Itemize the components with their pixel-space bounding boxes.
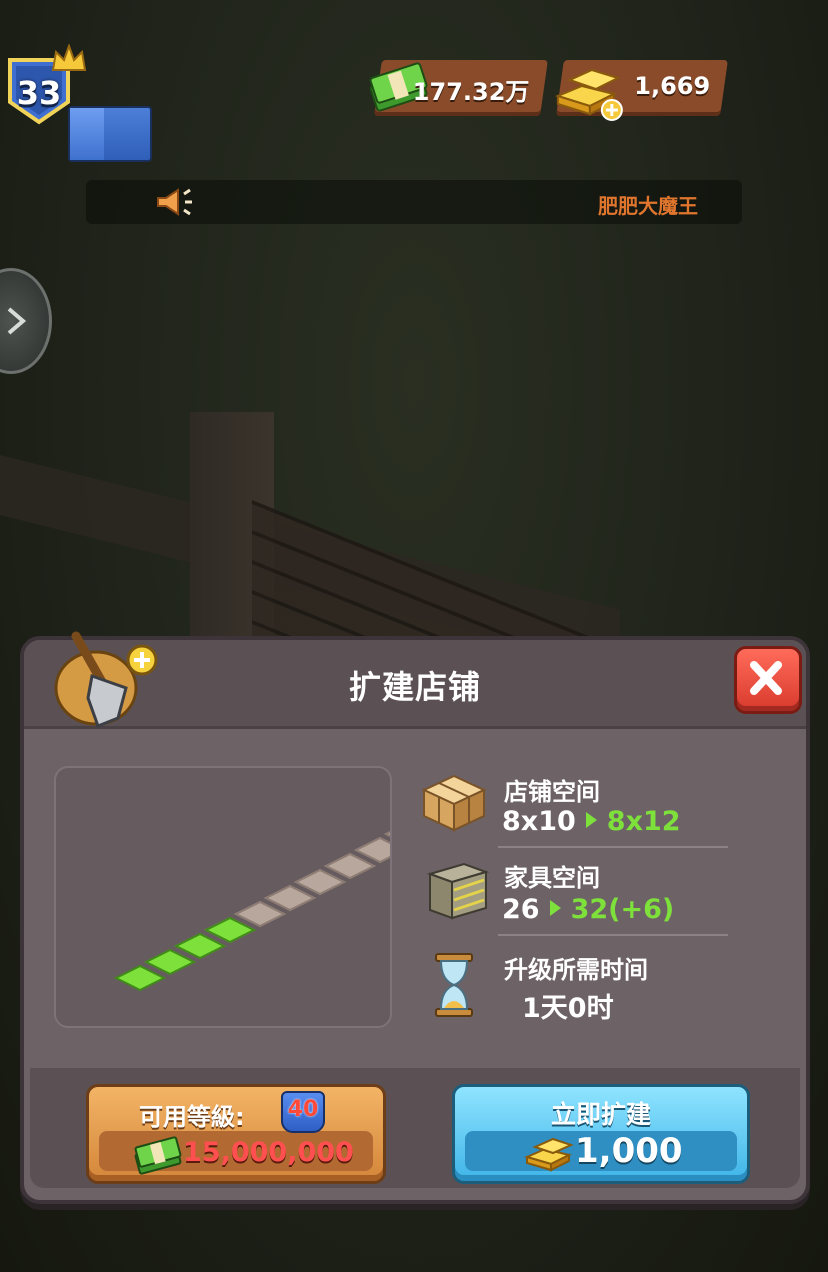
- crate-icon: [426, 862, 490, 920]
- player-level: 33: [16, 74, 62, 112]
- gold-cost: 1,000: [575, 1131, 683, 1171]
- shop-space-to: 8x12: [606, 806, 681, 837]
- new-floor-tile: [203, 916, 257, 944]
- floor-grid: [113, 820, 437, 992]
- required-level-badge: 40: [281, 1091, 325, 1133]
- level-progress-bar: [68, 106, 152, 162]
- shovel-icon: [54, 631, 158, 728]
- cash-icon: [134, 1136, 182, 1175]
- new-floor-tile: [173, 932, 227, 960]
- new-floor-tile: [143, 948, 197, 976]
- chevron-right-icon: [7, 307, 27, 335]
- gold-icon: [554, 68, 623, 121]
- gold-counter[interactable]: 1,669: [554, 60, 728, 121]
- required-level-label: 可用等級:: [139, 1103, 245, 1131]
- upgrade-time-row: 升级所需时间 1天0时: [418, 946, 738, 1024]
- furniture-space-from: 26: [502, 894, 540, 925]
- shop-space-row: 店铺空间 8x10 8x12: [418, 768, 738, 838]
- player-level-badge[interactable]: 33: [6, 44, 152, 162]
- crown-icon: [51, 44, 87, 71]
- announcement-bar[interactable]: 肥肥大魔王: [86, 180, 742, 224]
- cash-value: 177.32万: [413, 78, 530, 106]
- new-floor-tile: [113, 964, 167, 992]
- divider: [498, 934, 728, 936]
- arrow-icon: [585, 812, 597, 828]
- build-now-button[interactable]: 立即扩建 1,000: [452, 1084, 750, 1184]
- close-button[interactable]: [734, 646, 802, 714]
- furniture-space-to: 32(+6): [570, 894, 675, 925]
- furniture-space-row: 家具空间 26 32(+6): [418, 856, 738, 926]
- speaker-icon: [157, 188, 192, 216]
- floor-tile: [263, 884, 317, 912]
- shop-space-values: 8x10 8x12: [502, 806, 681, 837]
- announcement-player-name: 肥肥大魔王: [598, 194, 698, 218]
- floor-tile: [353, 836, 407, 864]
- divider: [498, 846, 728, 848]
- build-now-label: 立即扩建: [550, 1100, 651, 1129]
- furniture-space-values: 26 32(+6): [502, 894, 674, 925]
- floor-tile: [323, 852, 377, 880]
- arrow-icon: [549, 900, 561, 916]
- gold-value: 1,669: [634, 72, 711, 100]
- floor-tile: [233, 900, 287, 928]
- hourglass-icon: [435, 953, 473, 1017]
- floor-tile: [293, 868, 347, 896]
- close-icon: [750, 661, 782, 695]
- upgrade-time-value: 1天0时: [522, 993, 614, 1024]
- shop-grid-preview: [54, 766, 437, 1028]
- expand-shop-dialog: 扩建店铺 店铺空间 8x10 8x12 家具空间 26 32(+6) 升级所需时…: [20, 631, 810, 1204]
- required-level-value: 40: [287, 1097, 319, 1122]
- shop-space-from: 8x10: [502, 806, 576, 837]
- boxes-icon: [421, 774, 487, 832]
- level-progress-fill: [70, 108, 104, 160]
- shop-space-label: 店铺空间: [504, 778, 600, 806]
- cash-counter[interactable]: 177.32万: [369, 60, 548, 116]
- buy-with-cash-button[interactable]: 可用等級: 40 15,000,000: [86, 1084, 386, 1184]
- cash-cost: 15,000,000: [183, 1137, 354, 1168]
- furniture-space-label: 家具空间: [504, 864, 600, 892]
- gold-icon: [524, 1137, 574, 1172]
- upgrade-time-label: 升级所需时间: [504, 956, 648, 984]
